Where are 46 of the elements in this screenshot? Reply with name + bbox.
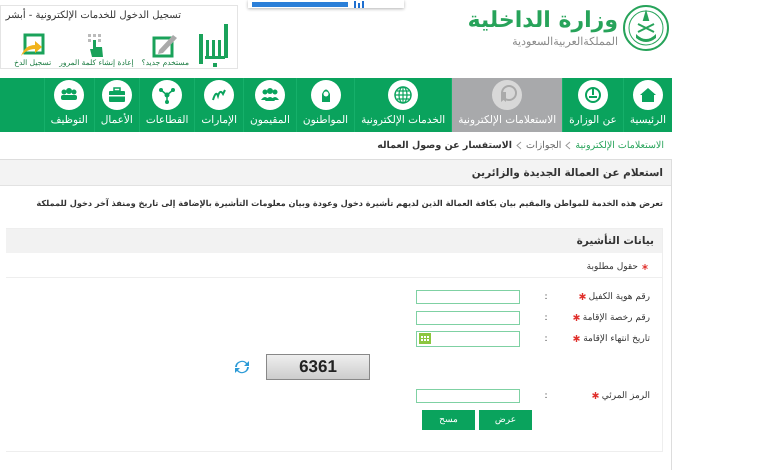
chevron-icon: [516, 141, 522, 150]
absher-logo-icon: [197, 22, 231, 68]
form-button[interactable]: عرض: [479, 410, 532, 430]
login-arrow-icon: [18, 32, 47, 58]
nav-tab[interactable]: الخدمات الإلكترونية: [354, 78, 452, 132]
captcha-image: 6361: [266, 354, 370, 380]
nav-tab[interactable]: التوظيف: [44, 78, 94, 132]
colon: :: [544, 390, 548, 400]
nav-tab[interactable]: الاستعلامات الإلكترونية: [451, 78, 562, 132]
field-label: رقم هوية الكفيل: [588, 292, 650, 302]
panel-title: استعلام عن العمالة الجديدة والزائرين: [472, 166, 663, 178]
nav-tab[interactable]: الإمارات: [194, 78, 244, 132]
nav-tab[interactable]: الرئيسية: [622, 78, 672, 132]
form-button[interactable]: مسح: [422, 410, 475, 430]
chevron-icon: [565, 141, 572, 150]
pencil-checkbox-icon: [151, 32, 180, 58]
colon: :: [544, 292, 548, 302]
calendar-icon: [419, 333, 431, 344]
absher-logo-icon: [354, 0, 366, 8]
field-label: رقم رخصة الإقامة: [582, 312, 650, 322]
popup-button[interactable]: [252, 2, 348, 6]
colon: :: [544, 334, 548, 344]
section-title: بيانات التأشيرة: [576, 235, 654, 247]
breadcrumb-link[interactable]: الجوازات: [526, 140, 562, 151]
nav-tab[interactable]: المواطنون: [296, 78, 354, 132]
service-description: تعرض هذه الخدمة للمواطن والمقيم بيان بكافة العمالة الذين لديهم تأشيرة دخول وعودة وبيان معلومات التأشيرة بالإضافة إلى تاريخ ومنفذ آخر دخول للمملكة: [35, 196, 663, 210]
login-title: تسجيل الدخول للخدمات الإلكترونية - أبشر: [4, 9, 182, 22]
required-note: حقول مطلوبة: [586, 262, 638, 272]
field-label: تاريخ انتهاء الإقامة: [583, 334, 650, 344]
breadcrumb-link[interactable]: الاستعلامات الإلكترونية: [575, 140, 664, 151]
field-label: الرمز المرئي: [602, 390, 650, 400]
input-field[interactable]: [416, 290, 520, 304]
refresh-icon: [234, 359, 250, 375]
colon: :: [544, 312, 548, 322]
ministry-title: وزارة الداخلية: [468, 7, 618, 35]
input-field[interactable]: [416, 310, 520, 324]
date-field[interactable]: [416, 330, 520, 346]
nav-tab[interactable]: الأعمال: [94, 78, 139, 132]
emblem-icon: [622, 4, 670, 52]
breadcrumb-current: الاستفسار عن وصول العماله: [377, 140, 512, 151]
input-field[interactable]: [416, 388, 520, 402]
required-icon: [642, 264, 648, 270]
ministry-subtitle: المملكةالعربيةالسعودية: [512, 35, 618, 49]
nav-tab[interactable]: المقيمون: [243, 78, 296, 132]
nav-tab[interactable]: القطاعات: [138, 78, 194, 132]
nav-tab[interactable]: عن الوزارة: [562, 78, 623, 132]
